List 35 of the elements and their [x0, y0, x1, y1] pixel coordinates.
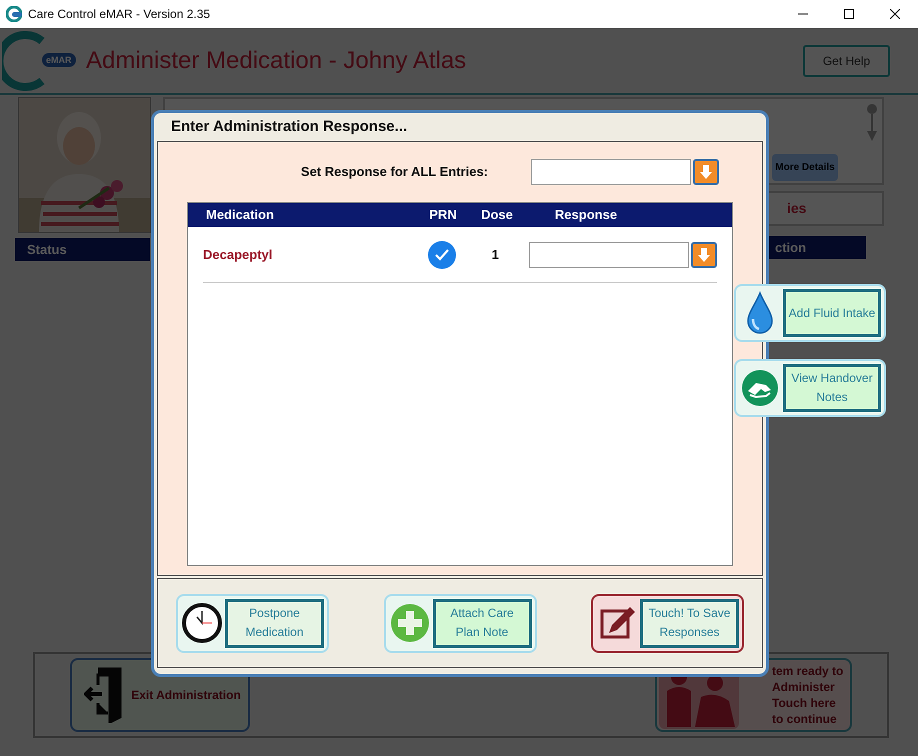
help-button[interactable]: Get Help [803, 44, 890, 76]
more-details-button[interactable]: More Details [772, 154, 838, 181]
column-header: Response [554, 206, 618, 224]
app-logo-icon [6, 6, 22, 22]
dropdown-arrow-button[interactable] [691, 242, 717, 268]
exit-door-icon [84, 667, 124, 723]
pencil-note-icon [599, 605, 635, 641]
logo-c-icon [2, 30, 46, 90]
logo-badge: eMAR [42, 52, 76, 66]
plus-icon [390, 603, 430, 643]
action-button[interactable]: Attach Care Plan Note [384, 594, 536, 652]
page-title: Administer Medication - Johny Atlas [86, 46, 466, 76]
handover-hands-icon [741, 369, 779, 407]
response-dropdown[interactable] [531, 159, 719, 185]
prn-check-icon [428, 240, 456, 268]
dropdown-arrow-button[interactable] [693, 159, 719, 185]
dialog-title: Enter Administration Response... [170, 116, 408, 137]
down-arrow-icon [697, 246, 711, 262]
scroll-pin-icon [866, 103, 878, 143]
column-header: Dose [480, 206, 514, 224]
dose-value: 1 [490, 246, 500, 264]
clock-icon [182, 603, 222, 643]
medication-name: Decapeptyl [203, 246, 274, 264]
action-button[interactable]: Add Fluid Intake [734, 284, 886, 342]
down-arrow-icon [699, 164, 713, 180]
set-all-label: Set Response for ALL Entries: [300, 163, 488, 182]
response-dropdown[interactable] [529, 242, 717, 268]
column-header: Medication [205, 206, 275, 224]
column-header: PRN [428, 206, 458, 224]
action-button[interactable]: View Handover Notes [734, 359, 886, 417]
action-button[interactable]: Postpone Medication [176, 594, 329, 652]
status-header: Status [15, 238, 150, 261]
water-drop-icon [745, 291, 775, 335]
window-title: Care Control eMAR - Version 2.35 [28, 6, 210, 23]
save-responses-button[interactable]: Touch! To Save Responses [591, 594, 744, 652]
